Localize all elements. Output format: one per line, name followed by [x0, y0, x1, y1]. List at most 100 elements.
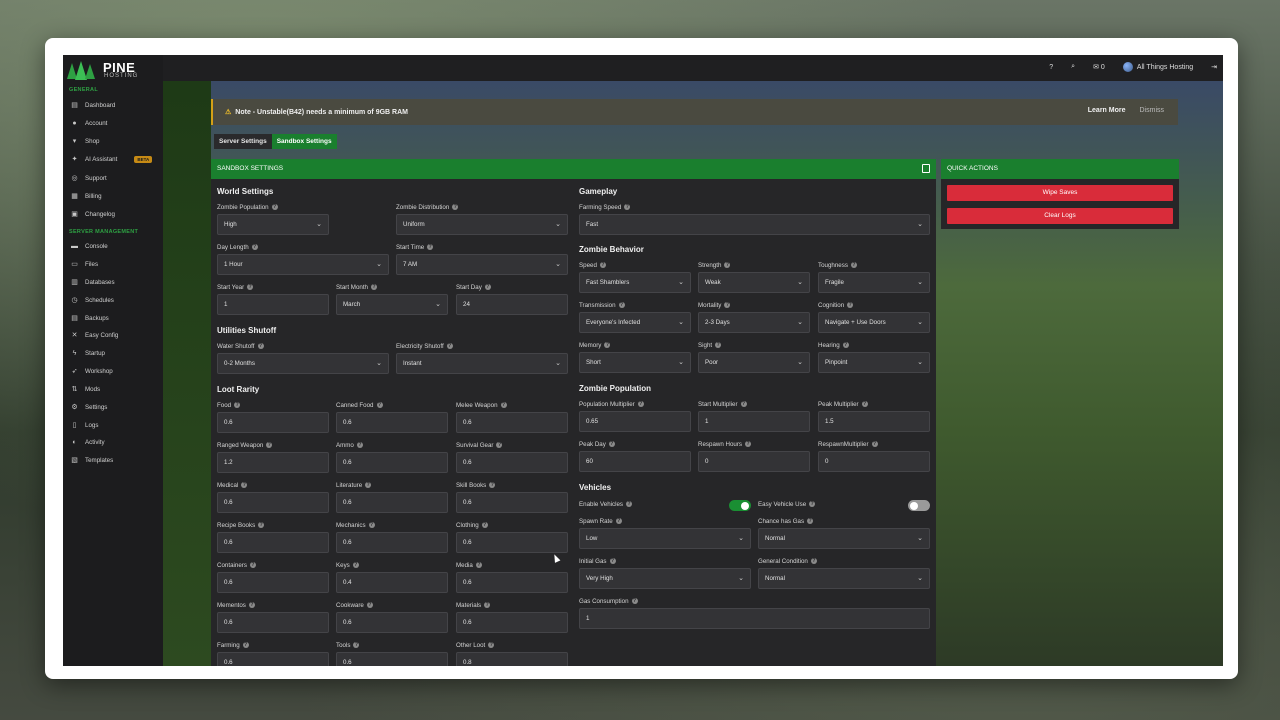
clear-logs-button[interactable]: Clear Logs: [947, 208, 1173, 224]
setting-select[interactable]: Short ⌄: [579, 352, 691, 373]
start-time-select[interactable]: 7 AM ⌄: [396, 254, 568, 275]
help-icon[interactable]: ?: [242, 642, 249, 649]
setting-select[interactable]: Navigate + Use Doors ⌄: [818, 312, 930, 333]
setting-input[interactable]: 0.6: [456, 492, 568, 513]
help-icon[interactable]: ?: [847, 302, 854, 309]
zombie-population-select[interactable]: High ⌄: [217, 214, 329, 235]
help-icon[interactable]: ?: [481, 522, 488, 529]
help-icon[interactable]: ?: [599, 262, 606, 269]
logout-icon[interactable]: ⇥: [1211, 63, 1217, 71]
help-icon[interactable]: ?: [258, 522, 265, 529]
gas-consumption-input[interactable]: 1: [579, 608, 930, 629]
tab-server-settings[interactable]: Server Settings: [214, 134, 272, 149]
setting-input[interactable]: 1.5: [818, 411, 930, 432]
setting-input[interactable]: 0: [698, 451, 810, 472]
setting-input[interactable]: 0.6: [456, 412, 568, 433]
help-icon[interactable]: ?: [489, 482, 496, 489]
sidebar-item-databases[interactable]: ▥ Databases: [71, 275, 159, 289]
logo[interactable]: PINE HOSTING: [67, 59, 157, 81]
wipe-saves-button[interactable]: Wipe Saves: [947, 185, 1173, 201]
start-year-input[interactable]: 1: [217, 294, 329, 315]
setting-input[interactable]: 0.6: [456, 612, 568, 633]
help-icon[interactable]: ?: [356, 442, 363, 449]
initial-gas-select[interactable]: Very High ⌄: [579, 568, 751, 589]
sidebar-item-dashboard[interactable]: ▤ Dashboard: [71, 98, 159, 112]
setting-select[interactable]: Fast Shamblers ⌄: [579, 272, 691, 293]
messages-button[interactable]: ✉ 0: [1093, 63, 1105, 71]
sidebar-item-ai-assistant[interactable]: ✦ AI Assistant BETA: [71, 152, 159, 166]
zombie-distribution-select[interactable]: Uniform ⌄: [396, 214, 568, 235]
setting-input[interactable]: 0.6: [217, 412, 329, 433]
sidebar-item-files[interactable]: ▭ Files: [71, 257, 159, 271]
start-day-input[interactable]: 24: [456, 294, 568, 315]
setting-input[interactable]: 0.6: [336, 452, 448, 473]
help-icon[interactable]: ?: [475, 562, 482, 569]
help-icon[interactable]: ?: [740, 401, 747, 408]
sidebar-item-backups[interactable]: ▤ Backups: [71, 311, 159, 325]
chance-has-gas-select[interactable]: Normal ⌄: [758, 528, 930, 549]
help-icon[interactable]: ?: [266, 442, 273, 449]
help-icon[interactable]: ?: [724, 262, 731, 269]
help-icon[interactable]: ?: [500, 402, 507, 409]
sidebar-item-startup[interactable]: ϟ Startup: [71, 346, 159, 360]
setting-input[interactable]: 0.8: [456, 652, 568, 666]
help-icon[interactable]: ?: [234, 402, 241, 409]
water-shutoff-select[interactable]: 0-2 Months ⌄: [217, 353, 389, 374]
sidebar-item-activity[interactable]: ◐ Activity: [71, 435, 159, 449]
help-icon[interactable]: ?: [724, 302, 731, 309]
spawn-rate-select[interactable]: Low ⌄: [579, 528, 751, 549]
help-icon[interactable]: ?: [608, 441, 615, 448]
setting-select[interactable]: Everyone's Infected ⌄: [579, 312, 691, 333]
sidebar-item-schedules[interactable]: ◷ Schedules: [71, 293, 159, 307]
sidebar-item-easy-config[interactable]: ✕ Easy Config: [71, 328, 159, 342]
help-icon[interactable]: ?: [353, 642, 360, 649]
setting-input[interactable]: 1.2: [217, 452, 329, 473]
help-icon[interactable]: ?: [850, 262, 857, 269]
help-icon[interactable]: ?: [1049, 64, 1053, 71]
setting-input[interactable]: 0.6: [336, 492, 448, 513]
setting-input[interactable]: 0.6: [336, 612, 448, 633]
account-menu[interactable]: All Things Hosting: [1122, 62, 1193, 72]
sidebar-item-mods[interactable]: ⇅ Mods: [71, 382, 159, 396]
setting-input[interactable]: 0.6: [336, 532, 448, 553]
setting-input[interactable]: 0.65: [579, 411, 691, 432]
help-icon[interactable]: ?: [496, 442, 503, 449]
help-icon[interactable]: ?: [241, 482, 248, 489]
setting-select[interactable]: Poor ⌄: [698, 352, 810, 373]
sidebar-item-shop[interactable]: ▾ Shop: [71, 134, 159, 148]
day-length-select[interactable]: 1 Hour ⌄: [217, 254, 389, 275]
start-month-select[interactable]: March ⌄: [336, 294, 448, 315]
help-icon[interactable]: ?: [745, 441, 752, 448]
help-icon[interactable]: ?: [484, 602, 491, 609]
help-icon[interactable]: ?: [637, 401, 644, 408]
setting-select[interactable]: Pinpoint ⌄: [818, 352, 930, 373]
search-icon[interactable]: ⌕: [1071, 63, 1075, 71]
general-condition-select[interactable]: Normal ⌄: [758, 568, 930, 589]
setting-input[interactable]: 0.6: [217, 492, 329, 513]
help-icon[interactable]: ?: [604, 342, 611, 349]
setting-input[interactable]: 0: [818, 451, 930, 472]
sidebar-item-changelog[interactable]: ▣ Changelog: [71, 207, 159, 221]
help-icon[interactable]: ?: [715, 342, 722, 349]
help-icon[interactable]: ?: [248, 602, 255, 609]
help-icon[interactable]: ?: [249, 562, 256, 569]
electricity-shutoff-select[interactable]: Instant ⌄: [396, 353, 568, 374]
sidebar-item-workshop[interactable]: ➶ Workshop: [71, 364, 159, 378]
tab-sandbox-settings[interactable]: Sandbox Settings: [271, 134, 337, 149]
learn-more-link[interactable]: Learn More: [1088, 107, 1126, 114]
setting-input[interactable]: 0.6: [456, 452, 568, 473]
sidebar-item-settings[interactable]: ⚙ Settings: [71, 400, 159, 414]
help-icon[interactable]: ?: [488, 642, 495, 649]
help-icon[interactable]: ?: [861, 401, 868, 408]
setting-input[interactable]: 0.6: [217, 652, 329, 666]
help-icon[interactable]: ?: [618, 302, 625, 309]
sidebar-item-billing[interactable]: ▦ Billing: [71, 189, 159, 203]
setting-select[interactable]: Fragile ⌄: [818, 272, 930, 293]
setting-input[interactable]: 0.6: [217, 572, 329, 593]
setting-select[interactable]: Weak ⌄: [698, 272, 810, 293]
setting-input[interactable]: 0.6: [456, 572, 568, 593]
easy-vehicle-use-toggle[interactable]: [908, 500, 930, 511]
help-icon[interactable]: ?: [842, 342, 849, 349]
help-icon[interactable]: ?: [376, 402, 383, 409]
setting-input[interactable]: 0.6: [217, 612, 329, 633]
